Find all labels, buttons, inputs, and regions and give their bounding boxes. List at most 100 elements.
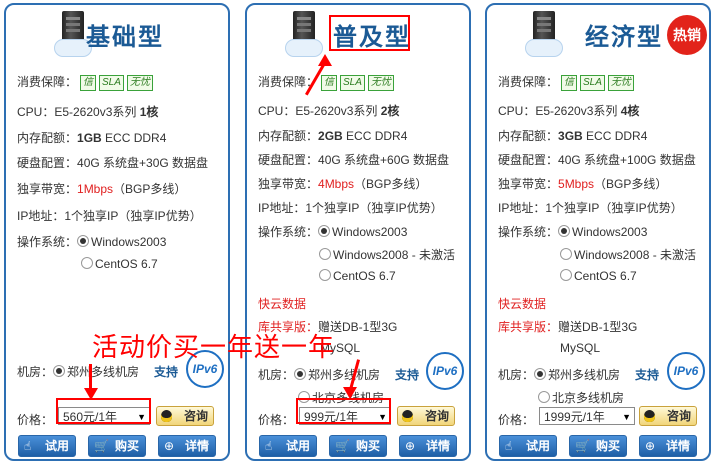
bandwidth-row: 独享带宽：4Mbps（BGP多线） xyxy=(258,177,428,191)
plan-title: 经济型 xyxy=(585,24,663,51)
guarantee-row: 消费保障：信 SLA 无忧 xyxy=(17,73,153,91)
cpu-row: CPU：E5-2620v3系列 2核 xyxy=(258,104,400,118)
arrow-up-icon xyxy=(318,54,332,66)
os-option-windows2008[interactable]: Windows2008 - 未激活 xyxy=(560,246,696,263)
worry-free-badge-icon: 无忧 xyxy=(367,74,394,91)
details-button[interactable]: ⊕ 详情 xyxy=(639,435,697,457)
ip-row: IP地址：1个独享IP（独享IP优势） xyxy=(498,201,683,215)
credit-badge-icon: 信 xyxy=(561,74,578,91)
os-option-centos[interactable]: CentOS 6.7 xyxy=(560,269,637,283)
os-row: 操作系统： Windows2003 xyxy=(258,225,408,239)
trial-button[interactable]: ☝ 试用 xyxy=(259,435,317,457)
os-radio-centos[interactable] xyxy=(560,269,572,281)
credit-badge-icon: 信 xyxy=(321,74,338,91)
os-row: 操作系统： Windows2003 xyxy=(17,235,167,249)
support-label: 支持 xyxy=(635,368,660,382)
consult-button[interactable]: 咨询 xyxy=(156,406,214,426)
cpu-row: CPU：E5-2620v3系列 1核 xyxy=(17,105,159,119)
price-label: 价格： xyxy=(498,413,535,427)
os-option-windows2008[interactable]: Windows2008 - 未激活 xyxy=(319,246,455,263)
memory-row: 内存配额：3GB ECC DDR4 xyxy=(498,129,648,143)
title-highlight-box xyxy=(329,15,410,51)
buy-button[interactable]: 🛒 购买 xyxy=(569,435,627,457)
hot-sale-badge: 热销 xyxy=(667,15,707,55)
price-label: 价格： xyxy=(258,413,295,427)
ipv6-icon: IPv6 xyxy=(426,352,464,390)
guarantee-row: 消费保障：信 SLA 无忧 xyxy=(258,73,394,91)
disk-row: 硬盘配置：40G 系统盘+30G 数据盘 xyxy=(17,156,209,170)
consult-button[interactable]: 咨询 xyxy=(639,406,697,426)
buy-button[interactable]: 🛒 购买 xyxy=(329,435,387,457)
room-radio-zhengzhou[interactable] xyxy=(534,368,547,380)
price-label: 价格： xyxy=(17,413,54,427)
sla-badge-icon: SLA xyxy=(99,74,124,91)
chevron-down-icon: ▼ xyxy=(622,412,631,422)
room-row: 机房： 郑州多线机房 xyxy=(498,368,621,382)
memory-row: 内存配额：2GB ECC DDR4 xyxy=(258,129,408,143)
worry-free-badge-icon: 无忧 xyxy=(126,74,153,91)
db-row: 库共享版：赠送DB-1型3G xyxy=(498,320,638,334)
zoom-icon: ⊕ xyxy=(405,439,416,453)
bandwidth-row: 独享带宽：5Mbps（BGP多线） xyxy=(498,177,668,191)
plan-title: 基础型 xyxy=(86,24,164,51)
os-radio-windows2008[interactable] xyxy=(560,248,572,260)
cloud-icon xyxy=(525,39,563,57)
guarantee-row: 消费保障：信 SLA 无忧 xyxy=(498,73,634,91)
arrow-down-icon xyxy=(84,388,98,400)
room-radio-beijing[interactable] xyxy=(538,391,550,403)
memory-row: 内存配额：1GB ECC DDR4 xyxy=(17,131,167,145)
zoom-icon: ⊕ xyxy=(164,439,175,453)
cart-icon: 🛒 xyxy=(94,439,109,453)
room-option-beijing[interactable]: 北京多线机房 xyxy=(538,389,624,406)
room-row: 机房： 郑州多线机房 xyxy=(17,365,140,379)
bandwidth-row: 独享带宽：1Mbps（BGP多线） xyxy=(17,182,187,196)
disk-row: 硬盘配置：40G 系统盘+60G 数据盘 xyxy=(258,153,450,167)
plan-card-popular: 普及型 消费保障：信 SLA 无忧 CPU：E5-2620v3系列 2核 内存配额：… xyxy=(245,3,471,461)
credit-badge-icon: 信 xyxy=(80,74,97,91)
cloud-db-title: 快云数据 xyxy=(258,297,307,311)
details-button[interactable]: ⊕ 详情 xyxy=(158,435,216,457)
os-radio-windows2008[interactable] xyxy=(319,248,331,260)
price-highlight-box-1 xyxy=(56,398,151,424)
os-radio-windows2003[interactable] xyxy=(558,225,571,237)
os-row: 操作系统： Windows2003 xyxy=(498,225,648,239)
promo-annotation: 活动价买一年送一年 xyxy=(92,332,336,362)
zoom-icon: ⊕ xyxy=(645,439,656,453)
os-radio-centos[interactable] xyxy=(81,257,93,269)
os-radio-centos[interactable] xyxy=(319,269,331,281)
cart-icon: 🛒 xyxy=(575,439,590,453)
cpu-row: CPU：E5-2620v3系列 4核 xyxy=(498,104,640,118)
hand-icon: ☝ xyxy=(505,439,513,453)
db-engine: MySQL xyxy=(560,341,601,355)
hand-icon: ☝ xyxy=(265,439,273,453)
plan-card-basic: 基础型 消费保障：信 SLA 无忧 CPU：E5-2620v3系列 1核 内存配额：… xyxy=(4,3,230,461)
ip-row: IP地址：1个独享IP（独享IP优势） xyxy=(17,209,202,223)
cloud-db-title: 快云数据 xyxy=(498,297,547,311)
sla-badge-icon: SLA xyxy=(340,74,365,91)
buy-button[interactable]: 🛒 购买 xyxy=(88,435,146,457)
price-select[interactable]: 1999元/1年 ▼ xyxy=(539,407,635,425)
os-option-centos[interactable]: CentOS 6.7 xyxy=(81,257,158,271)
sla-badge-icon: SLA xyxy=(580,74,605,91)
cart-icon: 🛒 xyxy=(335,439,350,453)
disk-row: 硬盘配置：40G 系统盘+100G 数据盘 xyxy=(498,153,696,167)
worry-free-badge-icon: 无忧 xyxy=(607,74,634,91)
price-highlight-box-2 xyxy=(296,398,391,424)
plan-card-economy: 经济型 热销 消费保障：信 SLA 无忧 CPU：E5-2620v3系列 4核 内存… xyxy=(485,3,711,461)
ip-row: IP地址：1个独享IP（独享IP优势） xyxy=(258,201,443,215)
arrow-line-1 xyxy=(89,364,92,390)
os-radio-windows2003[interactable] xyxy=(318,225,331,237)
support-label: 支持 xyxy=(154,365,179,379)
ipv6-icon: IPv6 xyxy=(667,352,705,390)
room-row: 机房： 郑州多线机房 xyxy=(258,368,381,382)
details-button[interactable]: ⊕ 详情 xyxy=(399,435,457,457)
os-option-centos[interactable]: CentOS 6.7 xyxy=(319,269,396,283)
trial-button[interactable]: ☝ 试用 xyxy=(18,435,76,457)
room-radio-zhengzhou[interactable] xyxy=(53,365,66,377)
room-radio-zhengzhou[interactable] xyxy=(294,368,307,380)
consult-button[interactable]: 咨询 xyxy=(397,406,455,426)
os-radio-windows2003[interactable] xyxy=(77,235,90,247)
trial-button[interactable]: ☝ 试用 xyxy=(499,435,557,457)
support-label: 支持 xyxy=(395,368,420,382)
arrow-down-icon xyxy=(343,387,357,399)
